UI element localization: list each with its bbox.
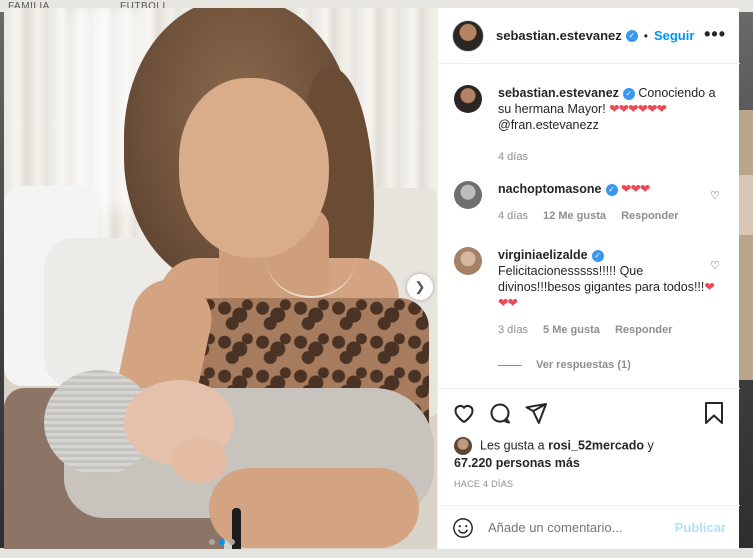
more-horizontal-icon[interactable]: •••	[704, 24, 726, 45]
posted-ago[interactable]: HACE 4 DÍAS	[454, 479, 513, 489]
likes-count[interactable]: 67.220 personas más	[454, 456, 580, 470]
comment-time[interactable]: 3 días	[498, 324, 528, 336]
comment-likes[interactable]: 12 Me gusta	[543, 210, 606, 222]
heart-icon[interactable]: ♡	[710, 259, 720, 272]
heart-icon[interactable]: ♡	[710, 189, 720, 202]
post-username[interactable]: sebastian.estevanez	[496, 28, 622, 43]
caption-hearts: ❤❤❤❤❤❤	[609, 102, 667, 116]
verified-badge-icon: ✓	[591, 249, 604, 262]
follow-button[interactable]: Seguir	[654, 28, 694, 43]
avatar[interactable]	[454, 181, 482, 209]
verified-badge-icon: ✓	[605, 183, 618, 196]
separator-dot: •	[643, 28, 648, 43]
carousel-dot	[209, 539, 215, 545]
post-side-panel: sebastian.estevanez ✓ • Seguir ••• sebas…	[437, 8, 740, 549]
carousel-dot	[229, 539, 235, 545]
reply-button[interactable]: Responder	[615, 324, 672, 336]
background-bottom-strip	[0, 548, 753, 558]
avatar[interactable]	[454, 437, 472, 455]
verified-badge-icon: ✓	[625, 29, 638, 42]
post-header: sebastian.estevanez ✓ • Seguir •••	[438, 8, 740, 64]
replies-line	[498, 364, 522, 366]
bookmark-icon[interactable]	[702, 401, 726, 425]
avatar[interactable]	[454, 85, 482, 113]
carousel-next-button[interactable]: ❯	[407, 274, 433, 300]
share-icon[interactable]	[524, 401, 548, 425]
publish-button[interactable]: Publicar	[675, 520, 726, 535]
caption-mention[interactable]: @fran.estevanezz	[498, 118, 599, 132]
likes-mid: y	[644, 438, 654, 453]
view-replies-button[interactable]: Ver respuestas (1)	[498, 359, 631, 371]
chevron-right-icon: ❯	[414, 279, 426, 294]
likes-user[interactable]: rosi_52mercado	[548, 438, 644, 452]
baby-hand	[172, 438, 227, 483]
action-icons	[452, 401, 728, 427]
verified-badge-icon: ✓	[622, 87, 635, 100]
carousel-dots	[209, 539, 235, 545]
caption-time[interactable]: 4 días	[498, 151, 528, 163]
heart-icon[interactable]	[452, 401, 476, 425]
comment-time[interactable]: 4 días	[498, 210, 528, 222]
caption-username[interactable]: sebastian.estevanez	[498, 86, 619, 100]
necklace	[266, 218, 356, 298]
avatar[interactable]	[452, 19, 484, 52]
avatar[interactable]	[454, 247, 482, 275]
comment-likes[interactable]: 5 Me gusta	[543, 324, 600, 336]
reply-button[interactable]: Responder	[621, 210, 678, 222]
carousel-dot	[219, 539, 225, 545]
comment-hearts: ❤❤❤	[620, 182, 650, 196]
likes-prefix: Les gusta a	[480, 438, 549, 453]
comment-input[interactable]	[488, 520, 675, 535]
comment-text: Felicitacionesssss!!!!! Que divinos!!!be…	[498, 264, 705, 294]
post-photo[interactable]: ❯	[4, 8, 437, 549]
comment-username[interactable]: nachoptomasone	[498, 182, 602, 196]
view-replies-label: Ver respuestas (1)	[536, 359, 631, 371]
comments-list[interactable]: sebastian.estevanez ✓ Conociendo a su her…	[438, 65, 740, 385]
likes-summary: Les gusta a rosi_52mercado y 67.220 pers…	[454, 437, 714, 471]
comment-username[interactable]: virginiaelizalde	[498, 248, 588, 262]
emoji-icon[interactable]	[452, 517, 474, 539]
comment-icon[interactable]	[488, 401, 512, 425]
add-comment-bar: Publicar	[438, 505, 740, 549]
